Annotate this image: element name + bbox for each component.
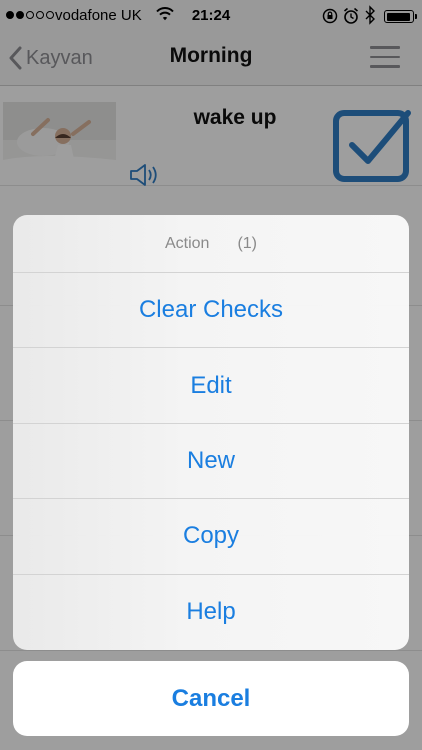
- new-button[interactable]: New: [13, 424, 409, 500]
- cancel-button[interactable]: Cancel: [13, 661, 409, 736]
- edit-button[interactable]: Edit: [13, 348, 409, 424]
- action-sheet-header: Action (1): [13, 215, 409, 273]
- action-sheet-count: (1): [237, 234, 258, 252]
- copy-button[interactable]: Copy: [13, 499, 409, 575]
- help-button[interactable]: Help: [13, 575, 409, 650]
- clear-checks-button[interactable]: Clear Checks: [13, 273, 409, 349]
- action-sheet-title: Action: [164, 234, 210, 252]
- action-sheet: Action (1) Clear Checks Edit New Copy He…: [13, 215, 409, 650]
